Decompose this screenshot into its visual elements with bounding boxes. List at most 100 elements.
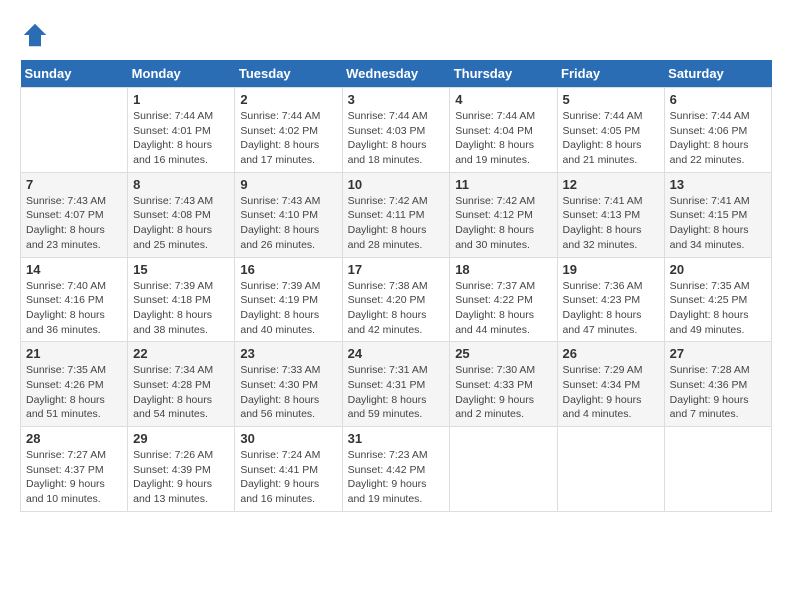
day-info: Sunrise: 7:40 AMSunset: 4:16 PMDaylight:… xyxy=(26,279,122,338)
day-cell: 15Sunrise: 7:39 AMSunset: 4:18 PMDayligh… xyxy=(128,257,235,342)
day-info: Sunrise: 7:44 AMSunset: 4:03 PMDaylight:… xyxy=(348,109,445,168)
day-number: 21 xyxy=(26,346,122,361)
day-info: Sunrise: 7:27 AMSunset: 4:37 PMDaylight:… xyxy=(26,448,122,507)
day-cell xyxy=(664,427,771,512)
day-cell: 29 Sunrise: 7:26 AMSunset: 4:39 PMDayligh… xyxy=(128,427,235,512)
day-number: 18 xyxy=(455,262,551,277)
day-cell: 7 Sunrise: 7:43 AMSunset: 4:07 PMDaylight… xyxy=(21,172,128,257)
day-cell xyxy=(450,427,557,512)
calendar-table: SundayMondayTuesdayWednesdayThursdayFrid… xyxy=(20,60,772,512)
day-cell: 21 Sunrise: 7:35 AMSunset: 4:26 PMDayligh… xyxy=(21,342,128,427)
day-info: Sunrise: 7:43 AMSunset: 4:10 PMDaylight:… xyxy=(240,194,336,253)
day-info: Sunrise: 7:42 AMSunset: 4:11 PMDaylight:… xyxy=(348,194,445,253)
day-info: Sunrise: 7:43 AMSunset: 4:08 PMDaylight:… xyxy=(133,194,229,253)
day-cell: 5 Sunrise: 7:44 AMSunset: 4:05 PMDaylight… xyxy=(557,88,664,173)
day-number: 28 xyxy=(26,431,122,446)
day-info: Sunrise: 7:35 AMSunset: 4:25 PMDaylight:… xyxy=(670,279,766,338)
day-number: 24 xyxy=(348,346,445,361)
day-cell: 26 Sunrise: 7:29 AMSunset: 4:34 PMDayligh… xyxy=(557,342,664,427)
day-number: 13 xyxy=(670,177,766,192)
day-info: Sunrise: 7:38 AMSunset: 4:20 PMDaylight:… xyxy=(348,279,445,338)
day-number: 29 xyxy=(133,431,229,446)
day-number: 7 xyxy=(26,177,122,192)
weekday-header-row: SundayMondayTuesdayWednesdayThursdayFrid… xyxy=(21,60,772,88)
day-info: Sunrise: 7:39 AMSunset: 4:19 PMDaylight:… xyxy=(240,279,336,338)
weekday-header-saturday: Saturday xyxy=(664,60,771,88)
day-cell: 10 Sunrise: 7:42 AMSunset: 4:11 PMDayligh… xyxy=(342,172,450,257)
weekday-header-monday: Monday xyxy=(128,60,235,88)
day-number: 1 xyxy=(133,92,229,107)
day-cell: 2 Sunrise: 7:44 AMSunset: 4:02 PMDaylight… xyxy=(235,88,342,173)
day-cell: 27 Sunrise: 7:28 AMSunset: 4:36 PMDayligh… xyxy=(664,342,771,427)
day-cell: 17 Sunrise: 7:38 AMSunset: 4:20 PMDayligh… xyxy=(342,257,450,342)
day-cell: 4Sunrise: 7:44 AMSunset: 4:04 PMDaylight… xyxy=(450,88,557,173)
day-number: 20 xyxy=(670,262,766,277)
day-cell: 3 Sunrise: 7:44 AMSunset: 4:03 PMDaylight… xyxy=(342,88,450,173)
day-info: Sunrise: 7:44 AMSunset: 4:02 PMDaylight:… xyxy=(240,109,336,168)
day-number: 8 xyxy=(133,177,229,192)
day-info: Sunrise: 7:37 AMSunset: 4:22 PMDaylight:… xyxy=(455,279,551,338)
week-row-3: 14 Sunrise: 7:40 AMSunset: 4:16 PMDayligh… xyxy=(21,257,772,342)
day-number: 10 xyxy=(348,177,445,192)
day-cell: 18 Sunrise: 7:37 AMSunset: 4:22 PMDayligh… xyxy=(450,257,557,342)
day-info: Sunrise: 7:42 AMSunset: 4:12 PMDaylight:… xyxy=(455,194,551,253)
day-info: Sunrise: 7:44 AMSunset: 4:05 PMDaylight:… xyxy=(563,109,659,168)
day-info: Sunrise: 7:39 AMSunset: 4:18 PMDaylight:… xyxy=(133,279,229,338)
day-info: Sunrise: 7:23 AMSunset: 4:42 PMDaylight:… xyxy=(348,448,445,507)
day-number: 14 xyxy=(26,262,122,277)
day-cell xyxy=(557,427,664,512)
day-cell: 16 Sunrise: 7:39 AMSunset: 4:19 PMDayligh… xyxy=(235,257,342,342)
day-number: 17 xyxy=(348,262,445,277)
day-number: 6 xyxy=(670,92,766,107)
day-cell: 22 Sunrise: 7:34 AMSunset: 4:28 PMDayligh… xyxy=(128,342,235,427)
day-number: 22 xyxy=(133,346,229,361)
week-row-1: 1 Sunrise: 7:44 AMSunset: 4:01 PMDaylight… xyxy=(21,88,772,173)
weekday-header-tuesday: Tuesday xyxy=(235,60,342,88)
day-cell: 19Sunrise: 7:36 AMSunset: 4:23 PMDayligh… xyxy=(557,257,664,342)
day-info: Sunrise: 7:41 AMSunset: 4:13 PMDaylight:… xyxy=(563,194,659,253)
day-info: Sunrise: 7:33 AMSunset: 4:30 PMDaylight:… xyxy=(240,363,336,422)
week-row-4: 21 Sunrise: 7:35 AMSunset: 4:26 PMDayligh… xyxy=(21,342,772,427)
day-cell: 24 Sunrise: 7:31 AMSunset: 4:31 PMDayligh… xyxy=(342,342,450,427)
day-cell: 8 Sunrise: 7:43 AMSunset: 4:08 PMDaylight… xyxy=(128,172,235,257)
day-info: Sunrise: 7:31 AMSunset: 4:31 PMDaylight:… xyxy=(348,363,445,422)
day-info: Sunrise: 7:29 AMSunset: 4:34 PMDaylight:… xyxy=(563,363,659,422)
day-cell xyxy=(21,88,128,173)
day-cell: 6 Sunrise: 7:44 AMSunset: 4:06 PMDaylight… xyxy=(664,88,771,173)
day-info: Sunrise: 7:26 AMSunset: 4:39 PMDaylight:… xyxy=(133,448,229,507)
day-info: Sunrise: 7:44 AMSunset: 4:01 PMDaylight:… xyxy=(133,109,229,168)
day-info: Sunrise: 7:28 AMSunset: 4:36 PMDaylight:… xyxy=(670,363,766,422)
logo xyxy=(20,20,54,50)
day-info: Sunrise: 7:35 AMSunset: 4:26 PMDaylight:… xyxy=(26,363,122,422)
day-cell: 14 Sunrise: 7:40 AMSunset: 4:16 PMDayligh… xyxy=(21,257,128,342)
day-cell: 12 Sunrise: 7:41 AMSunset: 4:13 PMDayligh… xyxy=(557,172,664,257)
day-info: Sunrise: 7:36 AMSunset: 4:23 PMDaylight:… xyxy=(563,279,659,338)
day-number: 16 xyxy=(240,262,336,277)
day-info: Sunrise: 7:41 AMSunset: 4:15 PMDaylight:… xyxy=(670,194,766,253)
day-cell: 20 Sunrise: 7:35 AMSunset: 4:25 PMDayligh… xyxy=(664,257,771,342)
day-number: 11 xyxy=(455,177,551,192)
weekday-header-sunday: Sunday xyxy=(21,60,128,88)
day-number: 3 xyxy=(348,92,445,107)
day-number: 30 xyxy=(240,431,336,446)
day-cell: 9 Sunrise: 7:43 AMSunset: 4:10 PMDaylight… xyxy=(235,172,342,257)
day-cell: 31 Sunrise: 7:23 AMSunset: 4:42 PMDayligh… xyxy=(342,427,450,512)
day-number: 23 xyxy=(240,346,336,361)
day-number: 27 xyxy=(670,346,766,361)
day-info: Sunrise: 7:44 AMSunset: 4:06 PMDaylight:… xyxy=(670,109,766,168)
weekday-header-friday: Friday xyxy=(557,60,664,88)
day-cell: 13 Sunrise: 7:41 AMSunset: 4:15 PMDayligh… xyxy=(664,172,771,257)
day-number: 9 xyxy=(240,177,336,192)
day-info: Sunrise: 7:43 AMSunset: 4:07 PMDaylight:… xyxy=(26,194,122,253)
page-header xyxy=(20,20,772,50)
day-info: Sunrise: 7:44 AMSunset: 4:04 PMDaylight:… xyxy=(455,109,551,168)
day-info: Sunrise: 7:34 AMSunset: 4:28 PMDaylight:… xyxy=(133,363,229,422)
day-number: 12 xyxy=(563,177,659,192)
day-cell: 11 Sunrise: 7:42 AMSunset: 4:12 PMDayligh… xyxy=(450,172,557,257)
day-number: 31 xyxy=(348,431,445,446)
day-number: 5 xyxy=(563,92,659,107)
day-cell: 28 Sunrise: 7:27 AMSunset: 4:37 PMDayligh… xyxy=(21,427,128,512)
day-number: 2 xyxy=(240,92,336,107)
day-number: 26 xyxy=(563,346,659,361)
day-cell: 23 Sunrise: 7:33 AMSunset: 4:30 PMDayligh… xyxy=(235,342,342,427)
